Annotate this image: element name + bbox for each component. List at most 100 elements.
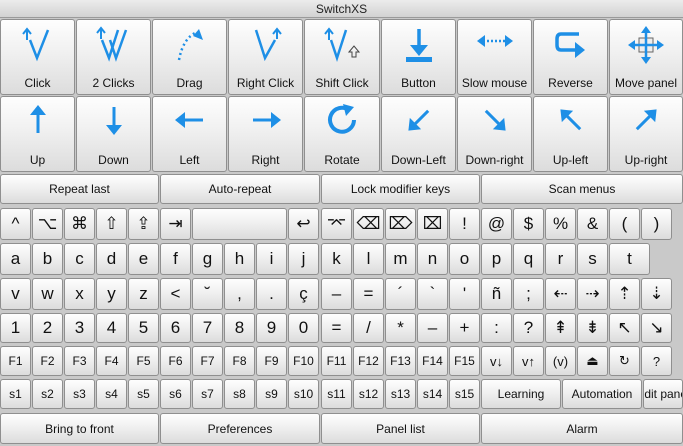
key-7[interactable]: 7 xyxy=(192,313,223,343)
key-n[interactable]: n xyxy=(417,243,448,275)
key-r2c6[interactable]: ˘ xyxy=(192,278,223,310)
btn-reverse[interactable]: Reverse xyxy=(533,19,608,95)
key-v[interactable]: v↑ xyxy=(513,346,544,376)
key-5[interactable]: 5 xyxy=(128,313,159,343)
key-f12[interactable]: F12 xyxy=(353,346,384,376)
key-r3c13[interactable]: – xyxy=(417,313,448,343)
key-r0c11[interactable]: ⌫ xyxy=(353,208,384,240)
btn-slow-mouse[interactable]: Slow mouse xyxy=(457,19,532,95)
key-r2c20[interactable]: ⇣ xyxy=(641,278,672,310)
key-r0c20[interactable]: ) xyxy=(641,208,672,240)
key-s14[interactable]: s14 xyxy=(417,379,448,409)
key-w[interactable]: w xyxy=(32,278,63,310)
key-f14[interactable]: F14 xyxy=(417,346,448,376)
key-s8[interactable]: s8 xyxy=(224,379,255,409)
key-i[interactable]: i xyxy=(256,243,287,275)
key-4[interactable]: 4 xyxy=(96,313,127,343)
key-r2c5[interactable]: < xyxy=(160,278,191,310)
key-r0c19[interactable]: ( xyxy=(609,208,640,240)
key-r4c20[interactable]: ? xyxy=(641,346,672,376)
key-f8[interactable]: F8 xyxy=(224,346,255,376)
key-x[interactable]: x xyxy=(64,278,95,310)
key-r3c17[interactable]: ⇞ xyxy=(545,313,576,343)
key-q[interactable]: q xyxy=(513,243,544,275)
key-r0c10[interactable]: ⌤ xyxy=(321,208,352,240)
key-r2c19[interactable]: ⇡ xyxy=(609,278,640,310)
key-r4c18[interactable]: ⏏ xyxy=(577,346,608,376)
key-z[interactable]: z xyxy=(128,278,159,310)
key-r2c12[interactable]: ´ xyxy=(385,278,416,310)
key-r2c17[interactable]: ⇠ xyxy=(545,278,576,310)
key-s2[interactable]: s2 xyxy=(32,379,63,409)
key-8[interactable]: 8 xyxy=(224,313,255,343)
key-r0c3[interactable]: ⇧ xyxy=(96,208,127,240)
key-f10[interactable]: F10 xyxy=(288,346,319,376)
key-s15[interactable]: s15 xyxy=(449,379,480,409)
key-y[interactable]: y xyxy=(96,278,127,310)
key-r2c16[interactable]: ; xyxy=(513,278,544,310)
btn-up-right[interactable]: Up-right xyxy=(609,96,683,172)
btn-repeat-last[interactable]: Repeat last xyxy=(0,174,159,204)
key-r3c18[interactable]: ⇟ xyxy=(577,313,608,343)
key-f11[interactable]: F11 xyxy=(321,346,352,376)
btn-shift-click[interactable]: Shift Click xyxy=(304,19,380,95)
key-r0c4[interactable]: ⇪ xyxy=(128,208,159,240)
btn-preferences[interactable]: Preferences xyxy=(160,413,320,444)
btn-move-panel[interactable]: Move panel xyxy=(609,19,683,95)
key-r3c19[interactable]: ↖ xyxy=(609,313,640,343)
key-r2c8[interactable]: . xyxy=(256,278,287,310)
key-f5[interactable]: F5 xyxy=(128,346,159,376)
key-v[interactable]: v xyxy=(0,278,31,310)
btn-drag[interactable]: Drag xyxy=(152,19,227,95)
key-m[interactable]: m xyxy=(385,243,416,275)
key-r[interactable]: r xyxy=(545,243,576,275)
key-3[interactable]: 3 xyxy=(64,313,95,343)
key-s13[interactable]: s13 xyxy=(385,379,416,409)
key-f9[interactable]: F9 xyxy=(256,346,287,376)
key-r3c20[interactable]: ↘ xyxy=(641,313,672,343)
key-h[interactable]: h xyxy=(224,243,255,275)
key-r0c13[interactable]: ⌧ xyxy=(417,208,448,240)
key-s[interactable]: s xyxy=(577,243,608,275)
key-s5[interactable]: s5 xyxy=(128,379,159,409)
key-r2c9[interactable]: ç xyxy=(288,278,319,310)
key-v[interactable]: (v) xyxy=(545,346,576,376)
key-d[interactable]: d xyxy=(96,243,127,275)
btn-panel-list[interactable]: Panel list xyxy=(321,413,480,444)
key-0[interactable]: 0 xyxy=(288,313,319,343)
key-r0c15[interactable]: @ xyxy=(481,208,512,240)
key-r2c10[interactable]: – xyxy=(321,278,352,310)
btn-down-right[interactable]: Down-right xyxy=(457,96,532,172)
key-s9[interactable]: s9 xyxy=(256,379,287,409)
key-f3[interactable]: F3 xyxy=(64,346,95,376)
key-learning[interactable]: Learning xyxy=(481,379,561,409)
key-r0c18[interactable]: & xyxy=(577,208,608,240)
btn-alarm[interactable]: Alarm xyxy=(481,413,683,444)
key-6[interactable]: 6 xyxy=(160,313,191,343)
key-r3c16[interactable]: ? xyxy=(513,313,544,343)
key-r0c2[interactable]: ⌘ xyxy=(64,208,95,240)
key-b[interactable]: b xyxy=(32,243,63,275)
key-f[interactable]: f xyxy=(160,243,191,275)
btn-up[interactable]: Up xyxy=(0,96,75,172)
key-l[interactable]: l xyxy=(353,243,384,275)
key-r3c15[interactable]: : xyxy=(481,313,512,343)
key-r3c12[interactable]: * xyxy=(385,313,416,343)
key-r4c19[interactable]: ↻ xyxy=(609,346,640,376)
key-s10[interactable]: s10 xyxy=(288,379,319,409)
key-r3c14[interactable]: + xyxy=(449,313,480,343)
btn-auto-repeat[interactable]: Auto-repeat xyxy=(160,174,320,204)
key-f7[interactable]: F7 xyxy=(192,346,223,376)
key-r2c18[interactable]: ⇢ xyxy=(577,278,608,310)
btn-bring-to-front[interactable]: Bring to front xyxy=(0,413,159,444)
key-v[interactable]: v↓ xyxy=(481,346,512,376)
key-r2c11[interactable]: = xyxy=(353,278,384,310)
btn-down-left[interactable]: Down-Left xyxy=(381,96,456,172)
key-f6[interactable]: F6 xyxy=(160,346,191,376)
key-edit-panel[interactable]: Edit panel xyxy=(643,379,683,409)
btn-down[interactable]: Down xyxy=(76,96,151,172)
btn-lock-modifier-keys[interactable]: Lock modifier keys xyxy=(321,174,480,204)
key-r0c7[interactable]: ↩ xyxy=(288,208,319,240)
key-r0c5[interactable]: ⇥ xyxy=(160,208,191,240)
btn-right-click[interactable]: Right Click xyxy=(228,19,303,95)
